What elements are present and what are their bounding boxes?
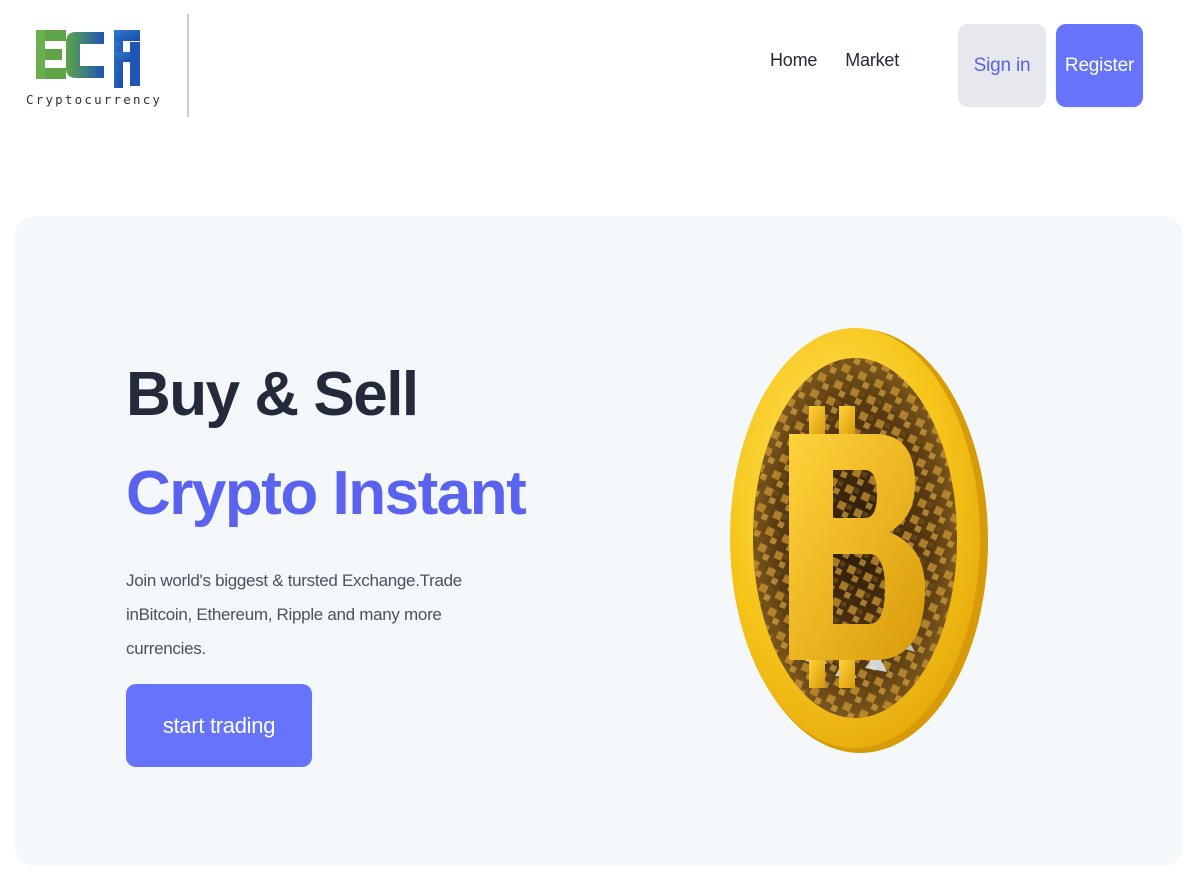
brand-logo[interactable]: Cryptocurrency <box>26 20 163 112</box>
nav-link-market[interactable]: Market <box>845 50 899 71</box>
register-button[interactable]: Register <box>1056 24 1143 107</box>
nav-link-home[interactable]: Home <box>770 50 817 71</box>
ecf-logo-icon <box>36 30 140 88</box>
hero-title-primary: Buy & Sell <box>126 360 419 429</box>
hero-section: Buy & Sell Crypto Instant Join world's b… <box>15 216 1183 866</box>
main-nav: Home Market <box>770 50 899 71</box>
brand-logo-text: Cryptocurrency <box>26 92 163 107</box>
bitcoin-coin-icon <box>730 328 988 753</box>
header-divider <box>187 14 189 117</box>
site-header: Cryptocurrency Home Market Sign in Regis… <box>0 0 1200 130</box>
hero-description: Join world's biggest & tursted Exchange.… <box>126 571 462 658</box>
sign-in-button[interactable]: Sign in <box>958 24 1046 107</box>
hero-title-accent: Crypto Instant <box>126 459 527 528</box>
start-trading-button[interactable]: start trading <box>126 684 312 767</box>
